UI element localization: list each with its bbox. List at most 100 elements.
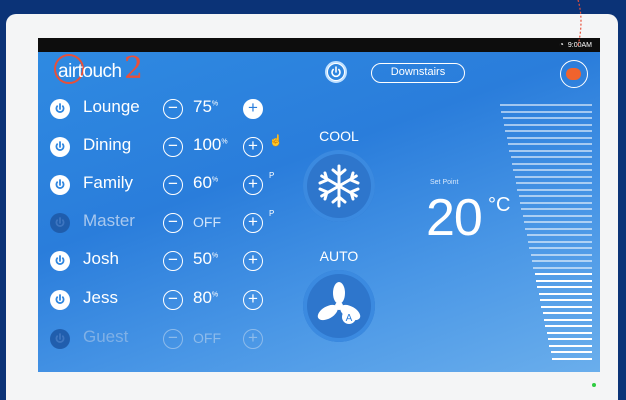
zone-power-button[interactable] (50, 329, 70, 349)
power-icon (55, 255, 65, 265)
zone-value-number: 60 (193, 173, 212, 192)
slider-tick (549, 344, 592, 347)
zone-flag: P (269, 171, 275, 180)
zone-name: Family (83, 173, 134, 192)
zone-name: Dining (83, 135, 132, 154)
logo-text: airtouch (58, 61, 122, 82)
power-icon (328, 64, 344, 80)
slider-tick (541, 305, 592, 308)
zone-power-button[interactable] (50, 213, 70, 233)
slider-tick (526, 234, 592, 236)
slider-tick (546, 331, 592, 334)
zone-row: Guest − OFF + (50, 324, 310, 354)
zone-decrease-button[interactable]: − (163, 99, 183, 119)
slider-tick (537, 286, 592, 288)
zone-value-unit: % (221, 138, 228, 146)
zone-value-number: 100 (193, 135, 222, 154)
slider-tick (529, 247, 592, 249)
annotation-arrow (577, 0, 582, 47)
zone-value: 60% (193, 173, 241, 193)
slider-tick (530, 253, 592, 256)
zone-increase-button[interactable]: + (243, 290, 263, 310)
zone-decrease-button[interactable]: − (163, 329, 183, 349)
zone-increase-button[interactable]: + (243, 329, 263, 349)
slider-tick (536, 279, 592, 282)
temperature-slider[interactable] (500, 104, 592, 366)
power-icon (55, 141, 65, 151)
zone-value: 100% (193, 135, 241, 155)
snowflake-icon (318, 164, 360, 208)
fan-button[interactable]: A (303, 270, 375, 342)
slider-tick (538, 292, 592, 295)
zone-decrease-button[interactable]: − (163, 175, 183, 195)
zone-name: Josh (83, 249, 119, 268)
slider-tick (504, 123, 592, 126)
zone-row: Master − OFF + P (50, 208, 310, 238)
zone-row: Family − 60% + P (50, 170, 310, 200)
slider-tick (520, 201, 592, 204)
touch-screen: ◔ 9:00AM airtouch 2 Downstairs Lounge − 7… (38, 38, 600, 372)
slider-tick (522, 214, 592, 217)
slider-tick (532, 260, 592, 262)
zone-value-number: 50 (193, 249, 212, 268)
zone-decrease-button[interactable]: − (163, 137, 183, 157)
fan-label: AUTO (319, 248, 359, 264)
slider-tick (505, 130, 592, 132)
slider-tick (528, 240, 592, 243)
zone-value: OFF (193, 330, 241, 346)
power-icon (55, 179, 65, 189)
slider-tick (534, 273, 592, 275)
slider-tick (517, 188, 592, 191)
settings-icon (566, 68, 581, 80)
slider-tick (540, 299, 592, 301)
zone-value-unit: % (211, 176, 219, 184)
slider-tick (533, 266, 592, 269)
slider-tick (545, 325, 592, 327)
zone-flag: P (269, 209, 275, 218)
touch-hand-icon: ☝ (269, 135, 283, 147)
slider-tick (518, 195, 592, 197)
zone-value: 75% (193, 97, 241, 117)
slider-tick (544, 318, 592, 321)
zone-increase-button[interactable]: + (243, 99, 263, 119)
mode-button[interactable] (303, 150, 375, 222)
zone-name: Master (83, 211, 135, 230)
settings-button[interactable] (560, 60, 588, 88)
slider-tick (525, 227, 592, 230)
zone-power-button[interactable] (50, 251, 70, 271)
zone-power-button[interactable] (50, 137, 70, 157)
setpoint-label: Set Point (430, 179, 459, 186)
zone-value-unit: % (211, 252, 219, 260)
zone-value-number: OFF (193, 330, 221, 346)
setpoint-value: 20 (426, 189, 483, 247)
zone-row: Josh − 50% + (50, 246, 310, 276)
zone-increase-button[interactable]: + (243, 175, 263, 195)
zone-power-button[interactable] (50, 99, 70, 119)
system-power-button[interactable] (325, 61, 347, 83)
zone-power-button[interactable] (50, 290, 70, 310)
zone-decrease-button[interactable]: − (163, 213, 183, 233)
zone-increase-button[interactable]: + (243, 137, 263, 157)
slider-tick (510, 156, 592, 158)
zone-increase-button[interactable]: + (243, 213, 263, 233)
power-icon (55, 103, 65, 113)
slider-tick (542, 312, 592, 314)
zone-decrease-button[interactable]: − (163, 251, 183, 271)
zone-group-selector[interactable]: Downstairs (371, 63, 465, 83)
slider-tick (500, 104, 592, 106)
zone-value: OFF (193, 214, 241, 230)
logo-version: 2 (124, 51, 144, 86)
zone-value-number: OFF (193, 214, 221, 230)
power-icon (55, 294, 65, 304)
slider-tick (521, 208, 592, 210)
zone-power-button[interactable] (50, 175, 70, 195)
wifi-icon: ◔ (559, 40, 564, 49)
power-icon (55, 217, 65, 227)
zone-decrease-button[interactable]: − (163, 290, 183, 310)
mode-label: COOL (319, 128, 359, 144)
zone-value: 80% (193, 288, 241, 308)
zone-increase-button[interactable]: + (243, 251, 263, 271)
slider-tick (513, 169, 592, 171)
slider-tick (516, 182, 592, 184)
zone-name: Guest (83, 327, 129, 346)
